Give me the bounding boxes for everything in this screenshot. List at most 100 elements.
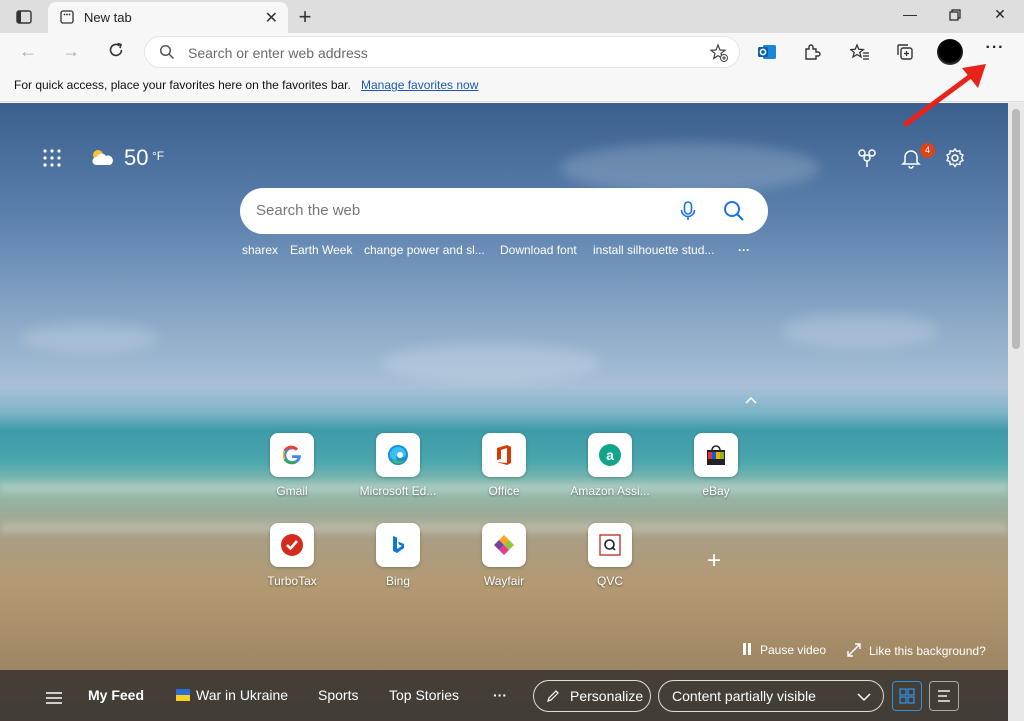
like-background-button[interactable]: Like this background? xyxy=(847,643,986,658)
bing-logo-icon xyxy=(376,523,420,567)
favorites-icon[interactable] xyxy=(849,41,871,63)
temperature[interactable]: 50 xyxy=(124,145,148,171)
office-logo-icon xyxy=(482,433,526,477)
trending-searches: sharex Earth Week change power and sl...… xyxy=(242,243,762,261)
svg-text:a: a xyxy=(606,447,614,463)
quick-link-qvc[interactable]: QVC xyxy=(570,523,650,603)
quick-link-microsoft-edge[interactable]: Microsoft Ed... xyxy=(358,433,438,513)
quick-link-label: Office xyxy=(488,484,520,498)
personalize-label: Personalize xyxy=(570,688,644,704)
new-tab-page-icon xyxy=(60,10,74,24)
toolbar: ← → Search or enter web address ··· xyxy=(0,33,1024,71)
quick-link-label: Amazon Assi... xyxy=(570,484,650,498)
rewards-trophy-icon[interactable] xyxy=(856,147,878,169)
content-visibility-dropdown[interactable]: Content partially visible xyxy=(658,680,884,712)
grid-view-icon[interactable] xyxy=(892,681,922,711)
notifications-bell-icon[interactable] xyxy=(900,147,922,169)
google-logo-icon xyxy=(270,433,314,477)
trending-item[interactable]: sharex xyxy=(242,243,278,257)
feed-navigation-bar: My Feed War in Ukraine Sports Top Storie… xyxy=(0,670,1008,721)
expand-icon xyxy=(847,643,861,657)
close-tab-icon[interactable]: ✕ xyxy=(265,8,278,28)
quick-link-amazon-assistant[interactable]: a Amazon Assi... xyxy=(570,433,650,513)
extensions-icon[interactable] xyxy=(801,41,823,63)
quick-link-gmail[interactable]: Gmail xyxy=(252,433,332,513)
quick-link-bing[interactable]: Bing xyxy=(358,523,438,603)
favorites-bar: For quick access, place your favorites h… xyxy=(0,71,1024,102)
address-placeholder: Search or enter web address xyxy=(188,45,368,61)
search-icon xyxy=(159,44,175,60)
tab-my-feed[interactable]: My Feed xyxy=(88,687,144,703)
notification-count-badge: 4 xyxy=(920,143,935,158)
outlook-icon[interactable] xyxy=(756,41,778,63)
tab-actions-icon[interactable] xyxy=(10,6,38,28)
quick-link-turbotax[interactable]: TurboTax xyxy=(252,523,332,603)
background-cloud xyxy=(380,343,600,383)
feed-more-icon[interactable]: ··· xyxy=(493,687,507,703)
tab-sports[interactable]: Sports xyxy=(318,687,358,703)
web-search-placeholder: Search the web xyxy=(256,202,361,219)
quick-link-label: Wayfair xyxy=(483,574,525,588)
refresh-icon[interactable] xyxy=(104,41,128,63)
edge-logo-icon xyxy=(376,433,420,477)
chevron-down-icon xyxy=(857,693,871,702)
trending-item[interactable]: Download font xyxy=(500,243,577,257)
close-window-icon[interactable]: ✕ xyxy=(985,6,1015,26)
ebay-bag-icon xyxy=(694,433,738,477)
web-search-box[interactable]: Search the web xyxy=(240,188,768,234)
ukraine-flag-icon xyxy=(176,689,190,701)
back-icon[interactable]: ← xyxy=(16,41,40,63)
vertical-scrollbar[interactable] xyxy=(1008,103,1024,721)
trending-item[interactable]: change power and sl... xyxy=(364,243,485,257)
add-quick-link-icon[interactable]: + xyxy=(702,547,726,575)
hamburger-menu-icon[interactable] xyxy=(46,691,62,704)
pause-video-label: Pause video xyxy=(760,643,827,657)
new-tab-plus-icon[interactable]: + xyxy=(294,4,316,30)
background-cloud xyxy=(560,143,820,193)
wayfair-logo-icon xyxy=(482,523,526,567)
minimize-icon[interactable]: — xyxy=(895,6,925,26)
search-submit-icon[interactable] xyxy=(722,199,746,223)
trending-item[interactable]: install silhouette stud... xyxy=(593,243,714,257)
tab-new-tab[interactable]: New tab ✕ xyxy=(48,2,288,33)
new-tab-page: 50 °F 4 Search the web sharex Earth Week… xyxy=(0,103,1008,721)
quick-link-label: Bing xyxy=(385,574,411,588)
quick-link-wayfair[interactable]: Wayfair xyxy=(464,523,544,603)
background-cloud xyxy=(20,323,160,353)
quick-link-ebay[interactable]: eBay xyxy=(676,433,756,513)
content-visibility-label: Content partially visible xyxy=(672,688,816,704)
trending-item[interactable]: Earth Week xyxy=(290,243,352,257)
forward-icon[interactable]: → xyxy=(59,41,83,63)
scrollbar-thumb[interactable] xyxy=(1012,109,1020,349)
quick-link-office[interactable]: Office xyxy=(464,433,544,513)
partly-cloudy-icon[interactable] xyxy=(89,147,115,167)
trending-more[interactable]: ··· xyxy=(738,243,750,257)
restore-icon[interactable] xyxy=(940,6,970,26)
annotation-arrow-icon xyxy=(903,64,986,127)
qvc-logo-icon xyxy=(588,523,632,567)
amazon-assistant-logo-icon: a xyxy=(588,433,632,477)
quick-link-label: Microsoft Ed... xyxy=(359,484,437,498)
add-favorite-icon[interactable] xyxy=(709,43,729,63)
like-background-label: Like this background? xyxy=(869,644,986,658)
manage-favorites-link[interactable]: Manage favorites now xyxy=(361,78,478,92)
tab-top-stories[interactable]: Top Stories xyxy=(389,687,459,703)
tab-title: New tab xyxy=(84,10,132,25)
temperature-unit: °F xyxy=(152,149,165,163)
quick-link-label: eBay xyxy=(702,484,730,498)
list-view-icon[interactable] xyxy=(929,681,959,711)
pause-icon xyxy=(743,643,751,655)
tab-war-in-ukraine[interactable]: War in Ukraine xyxy=(176,687,288,703)
microphone-icon[interactable] xyxy=(678,200,698,222)
pencil-icon xyxy=(547,690,559,702)
pause-video-button[interactable]: Pause video xyxy=(742,643,826,657)
turbotax-check-icon xyxy=(270,523,314,567)
title-bar: New tab ✕ + — ✕ xyxy=(0,0,1024,33)
personalize-button[interactable]: Personalize xyxy=(533,680,651,712)
address-bar[interactable]: Search or enter web address xyxy=(144,36,740,68)
page-settings-gear-icon[interactable] xyxy=(944,147,966,169)
favorites-bar-message: For quick access, place your favorites h… xyxy=(14,78,351,92)
feed-item-label: War in Ukraine xyxy=(196,687,289,703)
app-launcher-icon[interactable] xyxy=(42,148,62,168)
collapse-chevron-up-icon[interactable] xyxy=(743,393,759,405)
